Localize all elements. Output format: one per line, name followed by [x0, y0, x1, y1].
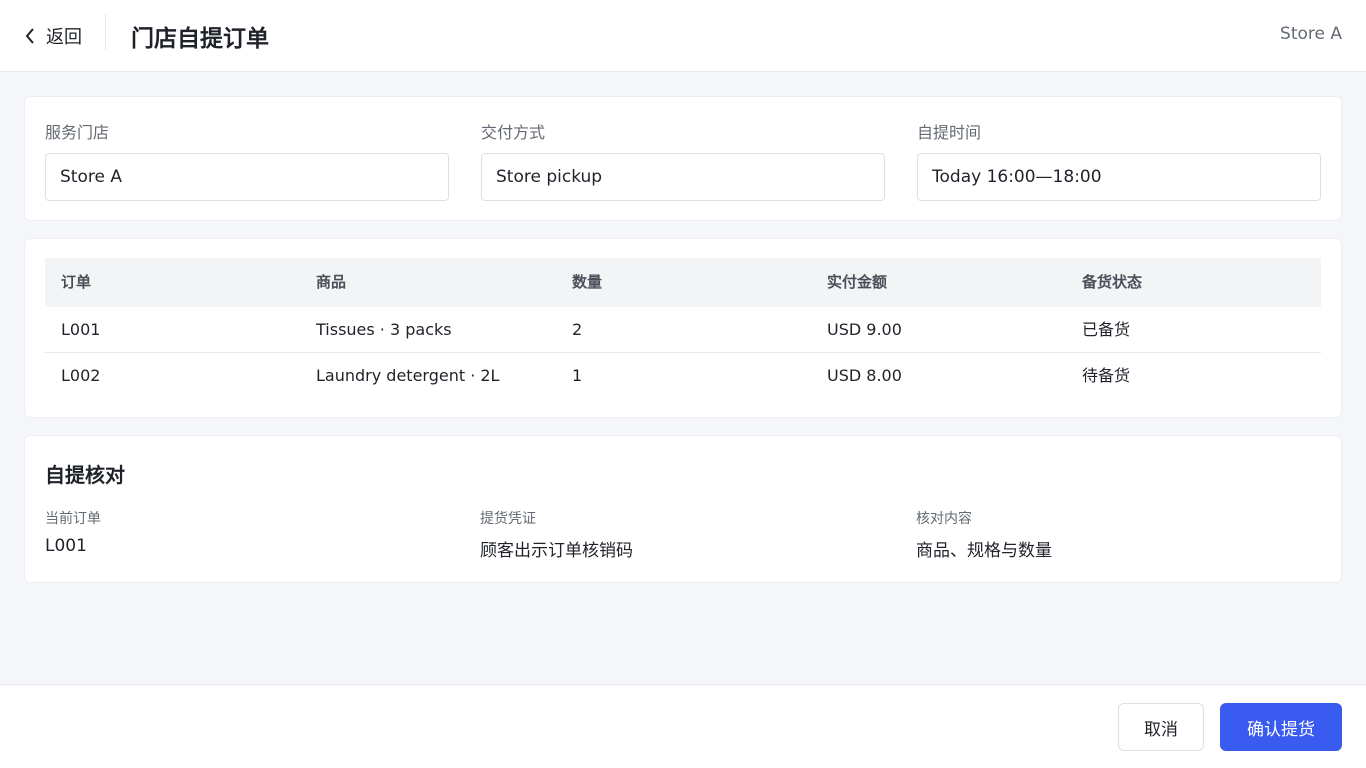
table-row[interactable]: L002 Laundry detergent · 2L 1 USD 8.00 待… — [45, 353, 1321, 399]
cell-status: 待备货 — [1082, 366, 1131, 385]
header-divider — [105, 14, 106, 50]
cell-product: Laundry detergent · 2L — [316, 366, 500, 385]
order-info-card: 服务门店 Store A 交付方式 Store pickup 自提时间 Toda… — [24, 96, 1342, 221]
column-header-quantity: 数量 — [572, 273, 603, 291]
pickup-time-field-input[interactable]: Today 16:00—18:00 — [917, 153, 1321, 201]
verify-value: L001 — [45, 536, 87, 556]
verify-value: 顾客出示订单核销码 — [480, 541, 633, 561]
order-table-card: 订单 商品 数量 实付金额 备货状态 L001 Tissues · 3 pack… — [24, 238, 1342, 418]
action-footer: 取消 确认提货 — [0, 684, 1366, 768]
table-header: 订单 商品 数量 实付金额 备货状态 — [45, 258, 1321, 307]
chevron-left-icon — [24, 23, 42, 49]
column-header-order: 订单 — [61, 273, 92, 291]
page-header: 返回 门店自提订单 Store A — [0, 0, 1366, 72]
back-label: 返回 — [46, 27, 82, 48]
verify-label: 当前订单 — [45, 511, 101, 527]
page-title: 门店自提订单 — [131, 26, 269, 52]
cell-amount: USD 8.00 — [827, 366, 902, 385]
store-field-label: 服务门店 — [45, 123, 110, 142]
cell-product: Tissues · 3 packs — [316, 320, 452, 339]
cell-order: L002 — [61, 366, 101, 385]
verify-check-content: 核对内容 商品、规格与数量 — [916, 508, 1052, 561]
delivery-field-label: 交付方式 — [481, 123, 546, 142]
cell-amount: USD 9.00 — [827, 320, 902, 339]
column-header-amount: 实付金额 — [827, 273, 888, 291]
table-row[interactable]: L001 Tissues · 3 packs 2 USD 9.00 已备货 — [45, 307, 1321, 353]
verify-pickup-credential: 提货凭证 顾客出示订单核销码 — [480, 508, 633, 561]
cell-quantity: 1 — [572, 366, 583, 385]
pickup-verify-card: 自提核对 当前订单 L001 提货凭证 顾客出示订单核销码 核对内容 商品、规格… — [24, 435, 1342, 583]
store-field-input[interactable]: Store A — [45, 153, 449, 201]
verify-current-order: 当前订单 L001 — [45, 508, 101, 556]
cancel-button[interactable]: 取消 — [1118, 703, 1204, 751]
current-store: Store A — [1280, 24, 1342, 44]
cell-status: 已备货 — [1082, 320, 1131, 339]
verify-section-title: 自提核对 — [45, 463, 125, 487]
cell-quantity: 2 — [572, 320, 583, 339]
confirm-pickup-button[interactable]: 确认提货 — [1220, 703, 1342, 751]
pickup-time-field-label: 自提时间 — [917, 123, 982, 142]
cell-order: L001 — [61, 320, 101, 339]
delivery-field-input[interactable]: Store pickup — [481, 153, 885, 201]
column-header-status: 备货状态 — [1082, 273, 1143, 291]
back-button[interactable]: 返回 — [24, 23, 82, 49]
verify-label: 核对内容 — [916, 511, 972, 527]
column-header-product: 商品 — [316, 273, 347, 291]
verify-label: 提货凭证 — [480, 511, 536, 527]
verify-value: 商品、规格与数量 — [916, 541, 1052, 561]
